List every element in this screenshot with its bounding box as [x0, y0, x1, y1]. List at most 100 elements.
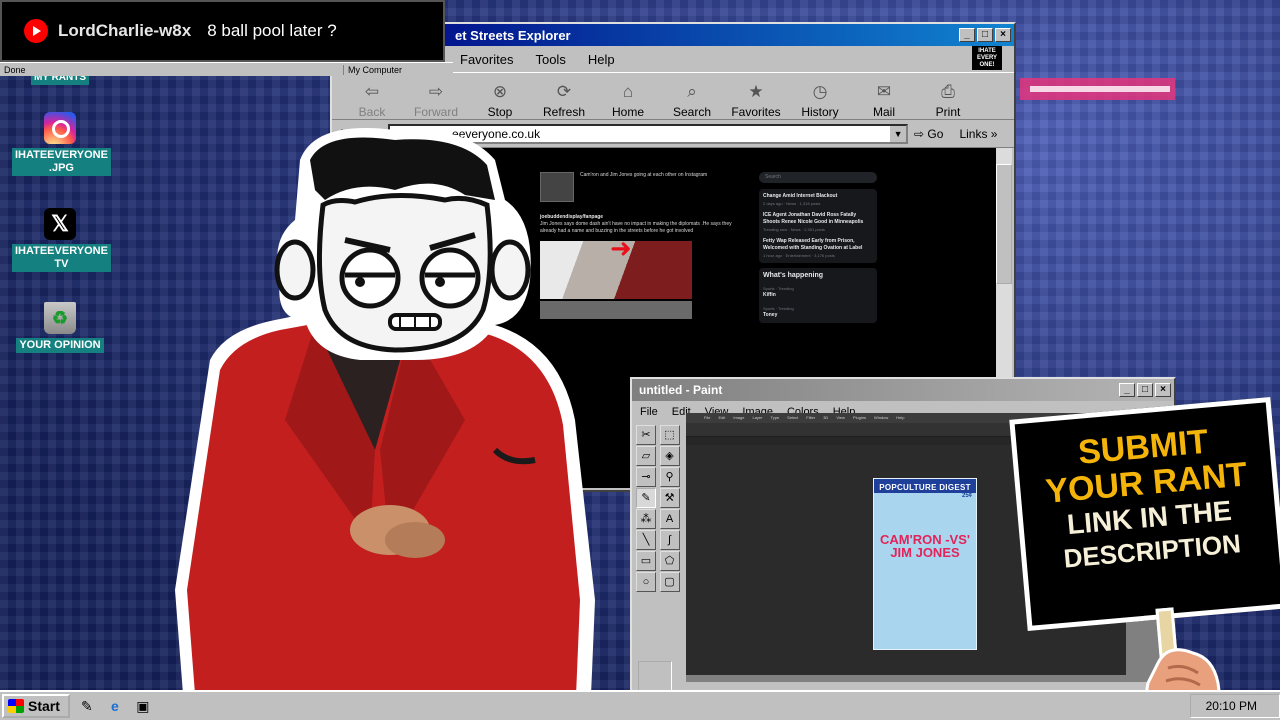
- ps-menu-item: 3D: [823, 415, 829, 420]
- status-zone: My Computer: [343, 64, 453, 75]
- desktop-icon-x[interactable]: 𝕏 IHATEEVERYONE TV: [12, 208, 111, 272]
- text-icon[interactable]: A: [659, 509, 680, 529]
- maximize-button[interactable]: □: [977, 28, 993, 42]
- favorites-button[interactable]: ★ Favorites: [724, 81, 788, 119]
- menu-file[interactable]: File: [640, 406, 658, 418]
- minimize-button[interactable]: _: [1119, 383, 1135, 397]
- ps-menu-item: Type: [770, 415, 780, 420]
- magnifier-icon[interactable]: ⚲: [659, 467, 680, 487]
- ps-menu-item: Select: [787, 415, 799, 420]
- sign-board: SUBMIT YOUR RANT LINK IN THE DESCRIPTION: [1009, 396, 1280, 632]
- trend-item[interactable]: Sports · Trending Kiffin: [763, 285, 873, 299]
- trend-item[interactable]: Change Amid Internet Blackout 2 days ago…: [763, 193, 873, 207]
- free-select-icon[interactable]: ✂: [636, 425, 656, 445]
- trend-meta: Trending now · News · 2,351 posts: [763, 227, 825, 232]
- scrollbar-thumb[interactable]: [996, 164, 1012, 284]
- close-button[interactable]: ×: [1155, 383, 1171, 397]
- back-arrow-icon: ⇦: [364, 82, 380, 101]
- promo-sign: SUBMIT YOUR RANT LINK IN THE DESCRIPTION: [1009, 396, 1280, 720]
- color-picker-icon[interactable]: ⊸: [636, 467, 656, 487]
- line-icon[interactable]: ╲: [636, 530, 656, 550]
- ps-menu-item: Edit: [718, 415, 726, 420]
- history-button[interactable]: ◷ History: [788, 81, 852, 119]
- paint-titlebar[interactable]: untitled - Paint _ □ ×: [632, 379, 1174, 401]
- explorer-toolbar: ⇦ Back ⇨ Forward ⊗ Stop ⟳ Refresh ⌂ Home ⌕ Sea…: [332, 72, 1014, 120]
- refresh-button[interactable]: ⟳ Refresh: [532, 81, 596, 119]
- desktop-icon-label: IHATEEVERYONE TV: [12, 244, 111, 272]
- rectangle-icon[interactable]: ▭: [636, 551, 656, 571]
- ellipse-icon[interactable]: ○: [636, 572, 656, 592]
- trend-item[interactable]: Sports · Trending Toney: [763, 305, 873, 319]
- recycle-bin-icon: [44, 302, 76, 334]
- chat-message: 8 ball pool later ?: [207, 21, 337, 40]
- menu-favorites[interactable]: Favorites: [460, 52, 513, 72]
- go-button[interactable]: ⇨ Go: [914, 127, 943, 141]
- paint-toolbox: ✂ ⬚ ▱ ◈ ⊸ ⚲ ✎ ⚒ ⁂ A ╲ ∫ ▭ ⬠ ○ ▢: [636, 425, 682, 641]
- print-button[interactable]: ⎙ Print: [916, 81, 980, 119]
- close-button[interactable]: ×: [995, 28, 1011, 42]
- tool-label: Home: [611, 105, 644, 119]
- start-label: Start: [28, 698, 60, 714]
- brush-icon[interactable]: ⚒: [659, 488, 680, 508]
- search-input[interactable]: Search: [759, 172, 877, 183]
- trend-meta: 1 hour ago · Entertainment · 3,176 posts: [763, 253, 835, 258]
- desktop-icon-instagram[interactable]: IHATEEVERYONE .JPG: [12, 112, 111, 176]
- fill-icon[interactable]: ◈: [659, 446, 680, 466]
- rounded-rect-icon[interactable]: ▢: [659, 572, 680, 592]
- home-button[interactable]: ⌂ Home: [596, 81, 660, 119]
- trend-item[interactable]: Fetty Wap Released Early from Prison, We…: [763, 238, 873, 259]
- youtube-icon: [24, 19, 48, 43]
- trend-meta: Sports · Trending: [763, 286, 794, 291]
- tool-label: Forward: [413, 105, 458, 119]
- tool-label: Search: [672, 105, 712, 119]
- trend-title: Change Amid Internet Blackout: [763, 193, 838, 199]
- stop-icon: ⊗: [492, 82, 508, 101]
- mail-icon: ✉: [876, 82, 892, 101]
- character-illustration: [175, 128, 595, 720]
- happening-heading: What's happening: [763, 272, 823, 279]
- ps-menu-item: Layer: [752, 415, 763, 420]
- internet-explorer-icon[interactable]: e: [104, 695, 126, 717]
- chevron-down-icon[interactable]: ▼: [890, 125, 907, 142]
- desktop-icon-recycle-bin[interactable]: YOUR OPINION: [12, 302, 108, 353]
- curve-icon[interactable]: ∫: [659, 530, 680, 550]
- tool-label: Stop: [487, 105, 513, 119]
- trend-title: ICE Agent Jonathan David Ross Fatally Sh…: [763, 212, 864, 225]
- brand-logo: IHATE EVERY ONE!: [972, 46, 1002, 70]
- links-button[interactable]: Links »: [959, 127, 997, 141]
- window-title: et Streets Explorer: [455, 27, 571, 43]
- search-button[interactable]: ⌕ Search: [660, 81, 724, 119]
- history-icon: ◷: [812, 82, 828, 101]
- tool-label: Back: [358, 105, 386, 119]
- stop-button[interactable]: ⊗ Stop: [468, 81, 532, 119]
- live-chat-overlay: LordCharlie-w8x 8 ball pool later ?: [0, 0, 445, 62]
- ps-menu-item: View: [836, 415, 845, 420]
- forward-button[interactable]: ⇨ Forward: [404, 81, 468, 119]
- menu-tools[interactable]: Tools: [535, 52, 565, 72]
- maximize-button[interactable]: □: [1137, 383, 1153, 397]
- polygon-icon[interactable]: ⬠: [659, 551, 680, 571]
- desktop-icon[interactable]: ▣: [132, 695, 154, 717]
- system-tray: 20:10 PM: [1190, 694, 1280, 718]
- notepad-icon[interactable]: ✎: [76, 695, 98, 717]
- minimize-button[interactable]: _: [959, 28, 975, 42]
- tool-label: Refresh: [542, 105, 586, 119]
- start-button[interactable]: Start: [2, 694, 70, 718]
- pencil-icon[interactable]: ✎: [636, 488, 656, 508]
- tool-label: History: [801, 105, 839, 119]
- status-text: Done: [4, 64, 26, 75]
- rect-select-icon[interactable]: ⬚: [659, 425, 680, 445]
- menu-help[interactable]: Help: [588, 52, 615, 72]
- ps-menu-item: Plugins: [852, 415, 867, 420]
- desktop-icon-label: IHATEEVERYONE .JPG: [12, 148, 111, 176]
- back-button[interactable]: ⇦ Back: [340, 81, 404, 119]
- background-decoration: [1030, 86, 1170, 92]
- trend-item[interactable]: ICE Agent Jonathan David Ross Fatally Sh…: [763, 212, 873, 233]
- instagram-icon: [44, 112, 76, 144]
- clock[interactable]: 20:10 PM: [1206, 699, 1257, 713]
- airbrush-icon[interactable]: ⁂: [636, 509, 656, 529]
- windows-logo-icon: [8, 699, 24, 713]
- eraser-icon[interactable]: ▱: [636, 446, 656, 466]
- ps-menu-item: Filter: [806, 415, 816, 420]
- mail-button[interactable]: ✉ Mail: [852, 81, 916, 119]
